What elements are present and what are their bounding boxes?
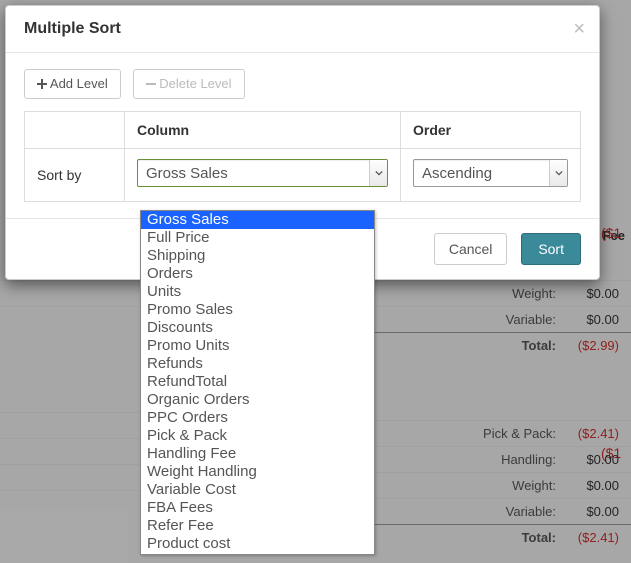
modal-header: Multiple Sort ×	[6, 6, 599, 53]
delete-level-button[interactable]: Delete Level	[133, 69, 245, 99]
dropdown-option[interactable]: Pick & Pack	[141, 427, 374, 445]
delete-level-label: Delete Level	[159, 76, 231, 91]
chevron-down-icon	[549, 160, 567, 186]
dropdown-option[interactable]: FBA Fees	[141, 499, 374, 517]
dropdown-option[interactable]: Refunds	[141, 355, 374, 373]
order-select-value: Ascending	[414, 160, 567, 188]
dropdown-option[interactable]: Units	[141, 283, 374, 301]
minus-icon	[146, 79, 156, 89]
sort-by-label: Sort by	[25, 148, 125, 201]
add-level-label: Add Level	[50, 76, 108, 91]
plus-icon	[37, 79, 47, 89]
dropdown-option[interactable]: Ship Cost	[141, 553, 374, 555]
dropdown-option[interactable]: Variable Cost	[141, 481, 374, 499]
sort-toolbar: Add Level Delete Level	[24, 69, 581, 99]
dropdown-option[interactable]: Orders	[141, 265, 374, 283]
order-select[interactable]: Ascending	[413, 159, 568, 187]
chevron-down-icon	[369, 160, 387, 186]
close-icon[interactable]: ×	[573, 18, 585, 41]
modal-title: Multiple Sort	[24, 20, 121, 37]
dropdown-option[interactable]: Refer Fee	[141, 517, 374, 535]
sort-header-blank	[25, 111, 125, 148]
dropdown-option[interactable]: Promo Units	[141, 337, 374, 355]
dropdown-option[interactable]: Handling Fee	[141, 445, 374, 463]
add-level-button[interactable]: Add Level	[24, 69, 121, 99]
sort-header-order: Order	[401, 111, 581, 148]
sort-row: Sort by Gross Sales Ascending	[25, 148, 581, 201]
dropdown-option[interactable]: Weight Handling	[141, 463, 374, 481]
sort-header-column: Column	[125, 111, 401, 148]
dropdown-option[interactable]: PPC Orders	[141, 409, 374, 427]
dropdown-option[interactable]: Full Price	[141, 229, 374, 247]
dropdown-option[interactable]: Discounts	[141, 319, 374, 337]
dropdown-option[interactable]: Shipping	[141, 247, 374, 265]
column-dropdown-list[interactable]: Gross SalesFull PriceShippingOrdersUnits…	[140, 210, 375, 555]
column-select[interactable]: Gross Sales	[137, 159, 388, 187]
dropdown-option[interactable]: Organic Orders	[141, 391, 374, 409]
sort-table: Column Order Sort by Gross Sales	[24, 111, 581, 202]
modal-body: Add Level Delete Level Column Order Sort…	[6, 53, 599, 218]
dropdown-option[interactable]: Product cost	[141, 535, 374, 553]
dropdown-option[interactable]: Promo Sales	[141, 301, 374, 319]
dropdown-option[interactable]: RefundTotal	[141, 373, 374, 391]
dropdown-option[interactable]: Gross Sales	[141, 211, 374, 229]
column-select-value: Gross Sales	[138, 160, 387, 188]
sort-button[interactable]: Sort	[521, 233, 581, 265]
cancel-button[interactable]: Cancel	[434, 233, 508, 265]
